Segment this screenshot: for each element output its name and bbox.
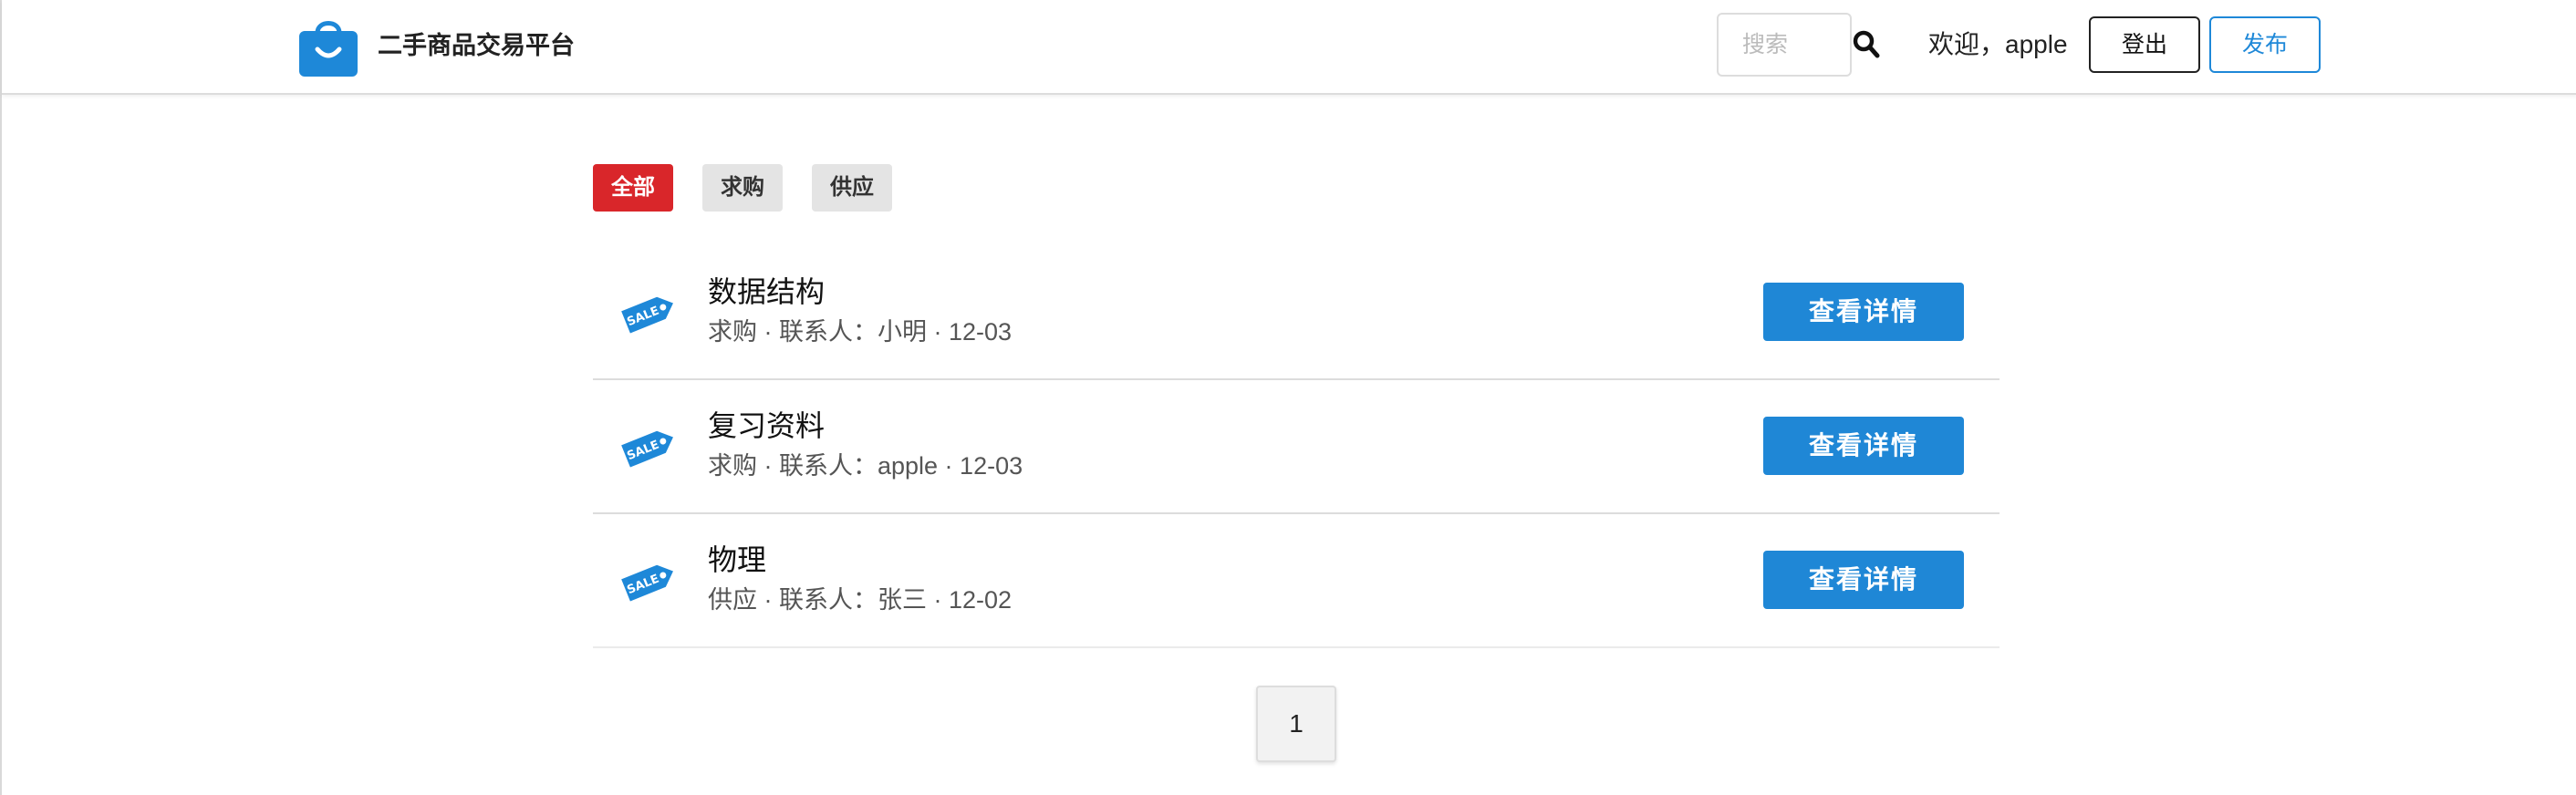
list-item: SALE 物理 供应 · 联系人：张三 · 12-02 查看详情 (593, 514, 2000, 648)
logout-button[interactable]: 登出 (2089, 16, 2200, 73)
item-meta: 求购 · 联系人：小明 · 12-03 (708, 318, 1013, 346)
list-item: SALE 复习资料 求购 · 联系人：apple · 12-03 查看详情 (593, 380, 2000, 514)
page: 二手商品交易平台 欢迎，apple 登出 发布 全部 求购 供应 SALE 数据… (0, 0, 2576, 795)
sale-tag-icon: SALE (621, 430, 673, 468)
view-details-button[interactable]: 查看详情 (1763, 551, 1964, 609)
item-meta: 供应 · 联系人：张三 · 12-02 (708, 586, 1013, 614)
item-list: SALE 数据结构 求购 · 联系人：小明 · 12-03 查看详情 SALE … (593, 246, 2000, 648)
search-icon[interactable] (1852, 27, 1881, 62)
item-title[interactable]: 物理 (708, 540, 766, 580)
item-title[interactable]: 复习资料 (708, 406, 825, 446)
top-navbar: 二手商品交易平台 欢迎，apple 登出 发布 (2, 0, 2576, 95)
welcome-text: 欢迎，apple (1928, 30, 2068, 58)
list-item: SALE 数据结构 求购 · 联系人：小明 · 12-03 查看详情 (593, 246, 2000, 380)
tab-all[interactable]: 全部 (593, 164, 673, 212)
view-details-button[interactable]: 查看详情 (1763, 283, 1964, 341)
tab-supply[interactable]: 供应 (812, 164, 892, 212)
sale-tag-icon: SALE (621, 564, 673, 602)
publish-button[interactable]: 发布 (2209, 16, 2321, 73)
site-title[interactable]: 二手商品交易平台 (378, 27, 575, 64)
view-details-button[interactable]: 查看详情 (1763, 417, 1964, 475)
pagination-page-button[interactable]: 1 (1256, 686, 1336, 762)
sale-tag-icon: SALE (621, 296, 673, 334)
search-input[interactable] (1717, 13, 1852, 77)
tab-wanted[interactable]: 求购 (702, 164, 783, 212)
shopping-bag-icon[interactable] (299, 15, 358, 77)
item-title[interactable]: 数据结构 (708, 272, 825, 312)
item-meta: 求购 · 联系人：apple · 12-03 (708, 452, 1023, 480)
